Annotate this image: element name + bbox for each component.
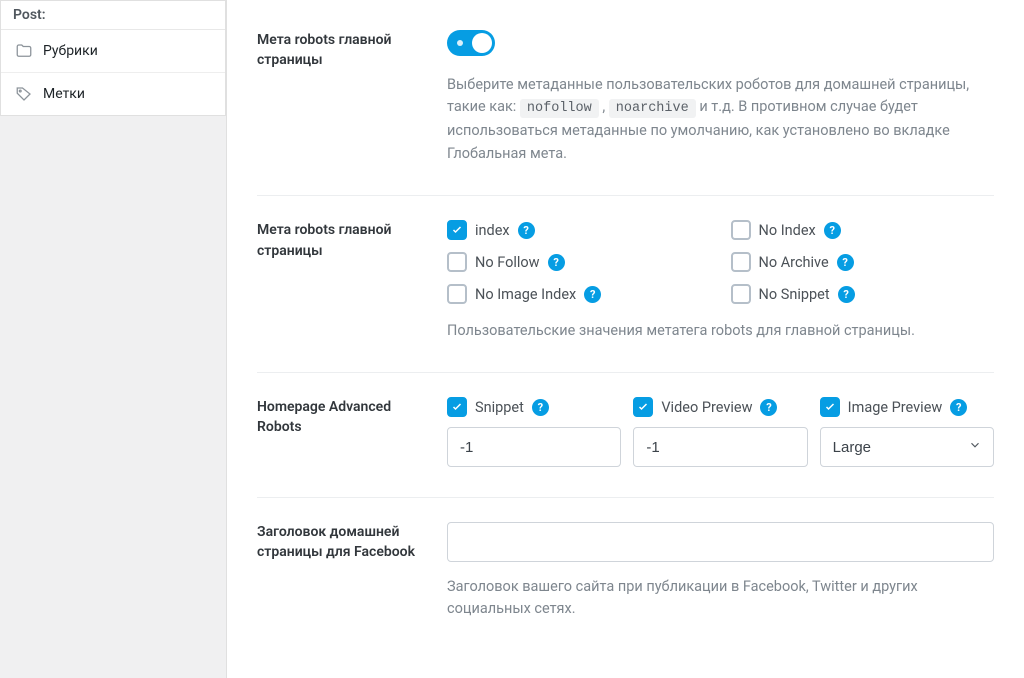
check-label: Image Preview (848, 399, 943, 416)
help-icon[interactable]: ? (584, 286, 601, 303)
row-label: Homepage Advanced Robots (257, 397, 447, 438)
sidebar-section-post: Post: Рубрики Метки (0, 0, 226, 116)
check-label: No Snippet (759, 286, 830, 303)
image-preview-select[interactable]: Large (820, 427, 994, 467)
help-icon[interactable]: ? (532, 399, 549, 416)
facebook-title-input[interactable] (447, 522, 994, 562)
check-no-archive[interactable]: No Archive ? (731, 252, 995, 272)
check-label: index (475, 222, 510, 239)
sidebar-item-tags[interactable]: Метки (1, 73, 225, 115)
row-robots-checks: Мета robots главной страницы index ? No … (257, 220, 994, 373)
row-hint: Заголовок вашего сайта при публикации в … (447, 576, 994, 620)
checkbox-icon[interactable] (447, 252, 467, 272)
row-description: Выберите метаданные пользовательских роб… (447, 74, 994, 165)
check-label: No Image Index (475, 286, 576, 303)
folder-icon (15, 42, 33, 60)
check-label: Video Preview (661, 399, 752, 416)
help-icon[interactable]: ? (824, 222, 841, 239)
adv-col-image-preview: Image Preview ? Large (820, 397, 994, 467)
help-icon[interactable]: ? (838, 286, 855, 303)
check-label: No Index (759, 222, 816, 239)
settings-panel: Мета robots главной страницы Выберите ме… (226, 0, 1024, 678)
check-snippet[interactable]: Snippet ? (447, 397, 621, 417)
sidebar-item-rubrics[interactable]: Рубрики (1, 30, 225, 73)
code-tag-noarchive: noarchive (609, 99, 696, 118)
check-no-index[interactable]: No Index ? (731, 220, 995, 240)
video-preview-input[interactable] (633, 427, 807, 467)
adv-col-snippet: Snippet ? (447, 397, 621, 467)
check-no-image-index[interactable]: No Image Index ? (447, 284, 711, 304)
sidebar-item-label: Рубрики (43, 43, 98, 59)
checkbox-icon[interactable] (820, 397, 840, 417)
checkbox-icon[interactable] (447, 284, 467, 304)
check-index[interactable]: index ? (447, 220, 711, 240)
checkbox-icon[interactable] (731, 220, 751, 240)
checkbox-icon[interactable] (633, 397, 653, 417)
row-advanced-robots: Homepage Advanced Robots Snippet ? (257, 397, 994, 498)
row-label: Мета robots главной страницы (257, 220, 447, 261)
help-icon[interactable]: ? (760, 399, 777, 416)
sidebar-item-label: Метки (43, 86, 85, 102)
help-icon[interactable]: ? (548, 254, 565, 271)
check-label: No Archive (759, 254, 829, 271)
tag-icon (15, 85, 33, 103)
help-icon[interactable]: ? (518, 222, 535, 239)
checkbox-icon[interactable] (447, 220, 467, 240)
code-tag-nofollow: nofollow (520, 99, 599, 118)
check-label: No Follow (475, 254, 540, 271)
sidebar: Post: Рубрики Метки (0, 0, 226, 678)
sidebar-header: Post: (1, 1, 225, 30)
meta-robots-toggle[interactable] (447, 30, 495, 56)
row-label: Заголовок домашней страницы для Facebook (257, 522, 447, 563)
help-icon[interactable]: ? (837, 254, 854, 271)
check-label: Snippet (475, 399, 524, 416)
check-image-preview[interactable]: Image Preview ? (820, 397, 994, 417)
check-no-follow[interactable]: No Follow ? (447, 252, 711, 272)
row-robots-toggle: Мета robots главной страницы Выберите ме… (257, 30, 994, 196)
checkbox-icon[interactable] (731, 284, 751, 304)
help-icon[interactable]: ? (950, 399, 967, 416)
snippet-input[interactable] (447, 427, 621, 467)
row-hint: Пользовательские значения метатега robot… (447, 320, 994, 342)
check-video-preview[interactable]: Video Preview ? (633, 397, 807, 417)
checkbox-icon[interactable] (731, 252, 751, 272)
checkbox-icon[interactable] (447, 397, 467, 417)
row-facebook-title: Заголовок домашней страницы для Facebook… (257, 522, 994, 650)
row-label: Мета robots главной страницы (257, 30, 447, 71)
adv-col-video-preview: Video Preview ? (633, 397, 807, 467)
check-no-snippet[interactable]: No Snippet ? (731, 284, 995, 304)
